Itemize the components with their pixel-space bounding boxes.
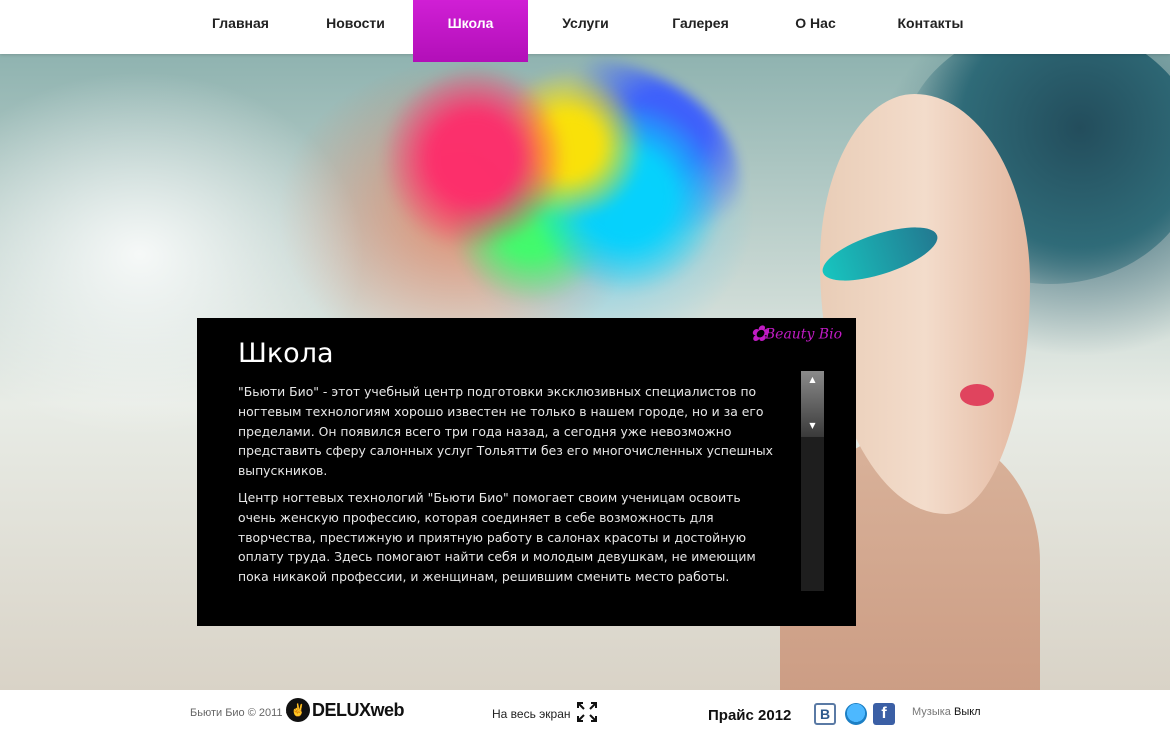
scrollbar-track[interactable]: ▲ ▼ [801, 371, 824, 591]
article-text: "Бьюти Био" - этот учебный центр подгото… [238, 382, 778, 594]
paragraph: Центр ногтевых технологий "Бьюти Био" по… [238, 489, 756, 585]
delux-web-logo[interactable]: ✌ DELUXweb [286, 698, 405, 722]
top-navigation: Главная Новости Школа Услуги Галерея О Н… [0, 0, 1170, 62]
fullscreen-label[interactable]: На весь экран [492, 707, 571, 721]
fullscreen-icon[interactable] [576, 701, 598, 723]
nav-item-about[interactable]: О Нас [758, 0, 873, 46]
facebook-icon[interactable]: f [873, 703, 895, 725]
colorful-hair-decoration [360, 54, 740, 314]
vk-icon[interactable]: В [814, 703, 836, 725]
price-list-link[interactable]: Прайс 2012 [708, 707, 791, 724]
nav-item-contacts[interactable]: Контакты [873, 0, 988, 46]
copyright-text: Бьюти Био © 2011 • [190, 707, 290, 719]
beauty-bio-logo: ✿Beauty Bio [749, 322, 842, 347]
scrollbar-thumb[interactable]: ▲ ▼ [801, 371, 824, 437]
scroll-up-arrow-icon[interactable]: ▲ [801, 375, 824, 384]
model-lips [960, 384, 994, 406]
twitter-bird-icon[interactable] [845, 703, 867, 725]
nav-item-home[interactable]: Главная [183, 0, 298, 46]
music-label: Музыка [912, 706, 951, 718]
nav-list: Главная Новости Школа Услуги Галерея О Н… [183, 0, 988, 62]
logo-text: Beauty Bio [764, 326, 842, 343]
page-title: Школа [238, 338, 334, 369]
paragraph: "Бьюти Био" - этот учебный центр подгото… [238, 384, 773, 479]
delux-logo-text: DELUXweb [312, 699, 405, 720]
nav-item-news[interactable]: Новости [298, 0, 413, 46]
nav-item-services[interactable]: Услуги [528, 0, 643, 46]
footer: Бьюти Био © 2011 • ✌ DELUXweb На весь эк… [0, 690, 1170, 731]
nav-item-gallery[interactable]: Галерея [643, 0, 758, 46]
scroll-down-arrow-icon[interactable]: ▼ [801, 421, 824, 430]
music-toggle[interactable]: Выкл [954, 706, 981, 718]
delux-badge-icon: ✌ [286, 698, 310, 722]
content-panel: Школа ✿Beauty Bio "Бьюти Био" - этот уче… [197, 318, 856, 626]
nav-item-school[interactable]: Школа [413, 0, 528, 62]
